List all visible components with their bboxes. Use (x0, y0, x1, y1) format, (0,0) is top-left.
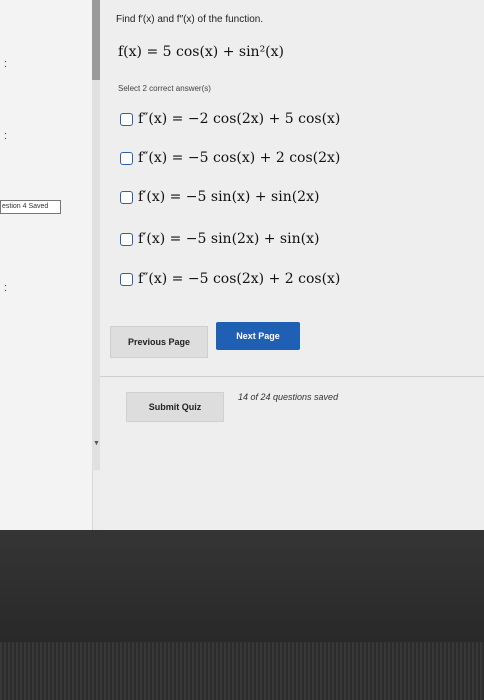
answer-option-5[interactable]: f″(x) = −5 cos(2x) + 2 cos(x) (120, 268, 340, 290)
answer-option-label: f″(x) = −5 cos(x) + 2 cos(2x) (138, 150, 341, 166)
select-instruction: Select 2 correct answer(s) (118, 84, 211, 93)
scroll-down-arrow-icon[interactable]: ▼ (93, 440, 100, 447)
checkbox[interactable] (120, 151, 133, 165)
checkbox[interactable] (120, 272, 133, 286)
scrollbar-thumb[interactable] (92, 0, 100, 80)
answer-option-1[interactable]: f″(x) = −2 cos(2x) + 5 cos(x) (120, 108, 340, 130)
save-status: 14 of 24 questions saved (238, 392, 339, 402)
answer-option-2[interactable]: f″(x) = −5 cos(x) + 2 cos(2x) (120, 147, 340, 169)
answer-option-label: f″(x) = −2 cos(2x) + 5 cos(x) (138, 111, 341, 127)
question-content: Find f′(x) and f″(x) of the function. f(… (100, 0, 484, 530)
keyboard-area (0, 642, 484, 700)
sidebar-marker: : (4, 58, 8, 70)
answer-option-label: f′(x) = −5 sin(2x) + sin(x) (138, 231, 320, 247)
quiz-screen: : : estion 4 Saved : ▼ Find f′(x) and f″… (0, 0, 484, 530)
previous-page-button[interactable]: Previous Page (110, 326, 208, 358)
answer-option-3[interactable]: f′(x) = −5 sin(x) + sin(2x) (120, 186, 319, 208)
question-prompt: Find f′(x) and f″(x) of the function. (116, 14, 264, 25)
checkbox[interactable] (120, 232, 133, 246)
function-definition: f(x) = 5 cos(x) + sin²(x) (118, 44, 285, 60)
sidebar-marker: : (4, 130, 8, 142)
answer-option-label: f′(x) = −5 sin(x) + sin(2x) (138, 189, 320, 205)
sidebar-marker: : (4, 282, 8, 294)
submit-quiz-button[interactable]: Submit Quiz (126, 392, 224, 422)
next-page-button[interactable]: Next Page (216, 322, 300, 350)
divider (100, 376, 484, 377)
checkbox[interactable] (120, 190, 133, 204)
checkbox[interactable] (120, 112, 133, 126)
answer-option-label: f″(x) = −5 cos(2x) + 2 cos(x) (138, 271, 341, 287)
answer-option-4[interactable]: f′(x) = −5 sin(2x) + sin(x) (120, 228, 319, 250)
question-navigation-panel: : : estion 4 Saved : (0, 0, 93, 530)
question-saved-label[interactable]: estion 4 Saved (0, 200, 61, 214)
